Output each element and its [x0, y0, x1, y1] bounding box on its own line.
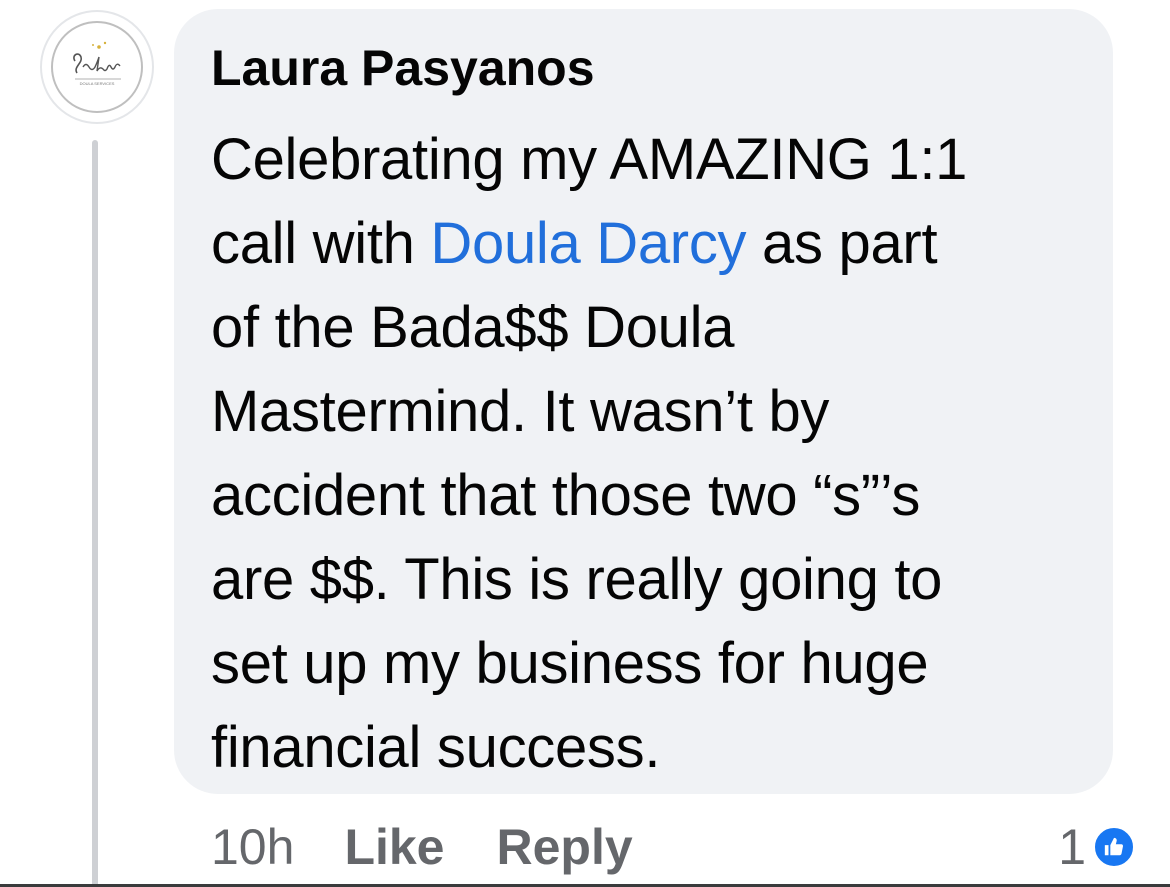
comment-line: call with Doula Darcy as part [211, 202, 1101, 286]
comment-text: of the Bada$$ Doula [211, 295, 735, 360]
comment-text: as part [746, 211, 938, 276]
comment-text: financial success. [211, 715, 661, 780]
comment-line: Mastermind. It wasn’t by [211, 370, 1101, 454]
comment-text: accident that those two “s”’s [211, 463, 921, 528]
mention-link[interactable]: Doula Darcy [430, 211, 746, 276]
comment-author[interactable]: Laura Pasyanos [211, 38, 595, 98]
thumbs-up-icon [1092, 825, 1136, 869]
comment-screen: DOULA SERVICES Laura Pasyanos Celebratin… [0, 0, 1170, 887]
comment-actions: 10h Like Reply [211, 812, 685, 882]
like-button[interactable]: Like [344, 818, 444, 876]
comment-line: Celebrating my AMAZING 1:1 [211, 118, 1101, 202]
thread-line [92, 140, 98, 887]
comment-text: set up my business for huge [211, 631, 929, 696]
reply-button[interactable]: Reply [497, 818, 633, 876]
southern-doula-logo: DOULA SERVICES [51, 21, 143, 113]
comment-timestamp[interactable]: 10h [211, 818, 294, 876]
svg-text:DOULA SERVICES: DOULA SERVICES [80, 81, 115, 86]
comment-line: set up my business for huge [211, 622, 1101, 706]
reaction-count: 1 [1058, 819, 1086, 875]
comment-body: Celebrating my AMAZING 1:1 call with Doul… [211, 118, 1101, 790]
comment-line: accident that those two “s”’s [211, 454, 1101, 538]
avatar[interactable]: DOULA SERVICES [40, 10, 154, 124]
comment-line: financial success. [211, 706, 1101, 790]
comment-text: Mastermind. It wasn’t by [211, 379, 830, 444]
comment-line: are $$. This is really going to [211, 538, 1101, 622]
comment-text: are $$. This is really going to [211, 547, 943, 612]
comment-text: Celebrating my AMAZING 1:1 [211, 127, 968, 192]
reaction-summary[interactable]: 1 [1058, 812, 1136, 882]
comment-text: call with [211, 211, 431, 276]
comment-line: of the Bada$$ Doula [211, 286, 1101, 370]
